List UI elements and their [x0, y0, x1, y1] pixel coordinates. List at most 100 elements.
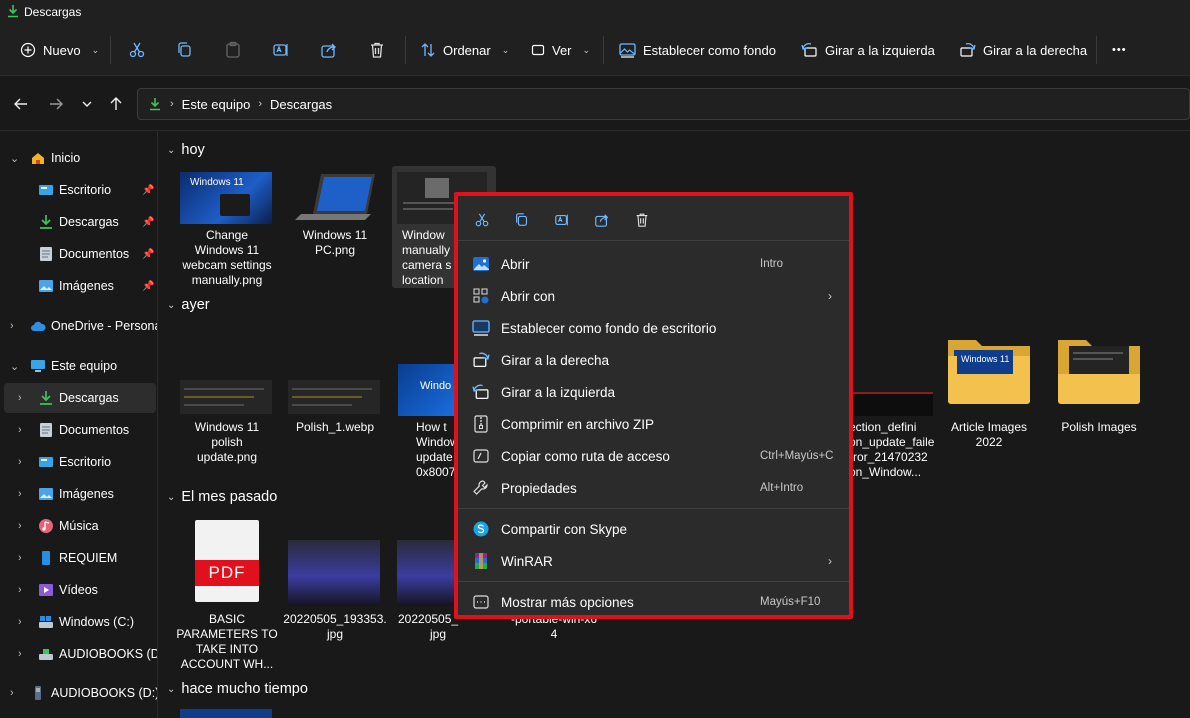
sidebar-item-documentos-2[interactable]: › Documentos: [0, 415, 157, 445]
sidebar-item-documentos[interactable]: Documentos 📌: [0, 239, 157, 269]
sidebar-item-escritorio[interactable]: Escritorio 📌: [0, 175, 157, 205]
file-item[interactable]: 20220505_193353. jpg: [283, 538, 387, 648]
navigation-bar: › Este equipo › Descargas: [0, 77, 1190, 131]
menu-item-copiar-ruta[interactable]: Copiar como ruta de acceso Ctrl+Mayús+C: [462, 440, 845, 472]
rotate-left-button[interactable]: Girar a la izquierda: [801, 24, 935, 76]
file-thumbnail: [851, 392, 933, 416]
menu-item-compartir-skype[interactable]: Compartir con Skype: [462, 513, 845, 545]
file-item[interactable]: ection_defini on_update_faile rror_2147023…: [843, 390, 947, 480]
address-bar[interactable]: › Este equipo › Descargas: [137, 88, 1190, 120]
sidebar-item-este-equipo[interactable]: ⌄ Este equipo: [0, 351, 157, 381]
group-header-el-mes-pasado[interactable]: ⌄ El mes pasado: [167, 489, 277, 505]
breadcrumb-este-equipo[interactable]: Este equipo: [182, 97, 251, 112]
set-background-button[interactable]: Establecer como fondo: [619, 24, 776, 76]
sidebar-item-escritorio-2[interactable]: › Escritorio: [0, 447, 157, 477]
menu-share-button[interactable]: [592, 210, 612, 230]
chevron-right-icon: ›: [18, 552, 22, 564]
chevron-right-icon: ›: [828, 554, 832, 568]
sidebar-item-onedrive[interactable]: › OneDrive - Personal: [0, 311, 157, 341]
group-header-ayer[interactable]: ⌄ ayer: [167, 297, 210, 313]
sidebar-item-inicio[interactable]: ⌄ Inicio: [0, 143, 157, 173]
rotate-right-icon: [473, 352, 490, 367]
folder-item[interactable]: Polish Images: [1047, 332, 1151, 452]
folder-front: [1058, 374, 1140, 404]
paste-icon: [226, 41, 240, 58]
sidebar-item-audiobooks-d-2[interactable]: › AUDIOBOOKS (D:): [0, 678, 157, 708]
sidebar-item-audiobooks-d[interactable]: › AUDIOBOOKS (D:): [0, 639, 157, 669]
desktop-icon: [39, 185, 53, 195]
chevron-down-icon: ⌄: [501, 44, 510, 55]
separator: [603, 36, 604, 64]
view-button[interactable]: Ver ⌄: [531, 24, 590, 76]
menu-item-propiedades[interactable]: Propiedades Alt+Intro: [462, 472, 845, 504]
sidebar-item-musica[interactable]: › Música: [0, 511, 157, 541]
up-button[interactable]: [105, 93, 127, 115]
sidebar-item-descargas[interactable]: Descargas 📌: [0, 207, 157, 237]
back-button[interactable]: [10, 93, 32, 115]
menu-item-girar-izquierda[interactable]: Girar a la izquierda: [462, 376, 845, 408]
menu-item-label: Propiedades: [501, 480, 577, 496]
download-icon: [150, 98, 160, 111]
share-button[interactable]: [320, 24, 338, 76]
rename-button[interactable]: [272, 24, 290, 76]
file-name: 20220505_193353. jpg: [283, 612, 387, 641]
chevron-right-icon: ›: [18, 584, 22, 596]
menu-item-abrir-con[interactable]: Abrir con ›: [462, 280, 845, 312]
sidebar-item-imagenes-2[interactable]: › Imágenes: [0, 479, 157, 509]
music-icon: [39, 519, 53, 533]
file-item[interactable]: Windows 11 Change Windows 11 webcam settin…: [175, 170, 279, 290]
system-drive-icon: [39, 616, 53, 628]
file-item[interactable]: Windows 11 PC.png: [283, 170, 387, 270]
sidebar-item-windows-c[interactable]: › Windows (C:): [0, 607, 157, 637]
menu-copy-button[interactable]: [512, 210, 532, 230]
file-thumbnail: [180, 709, 272, 718]
open-with-icon: [473, 288, 489, 304]
chevron-down-icon: ⌄: [167, 144, 176, 156]
menu-item-abrir[interactable]: Abrir Intro: [462, 248, 845, 280]
sidebar-item-requiem[interactable]: › REQUIEM: [0, 543, 157, 573]
copy-button[interactable]: [176, 24, 194, 76]
sidebar-item-imagenes[interactable]: Imágenes 📌: [0, 271, 157, 301]
folder-front: [948, 374, 1030, 404]
sort-button[interactable]: Ordenar ⌄: [420, 24, 509, 76]
arrow-right-icon: [50, 98, 63, 110]
menu-rename-button[interactable]: [552, 210, 572, 230]
delete-button[interactable]: [368, 24, 386, 76]
trash-icon: [371, 42, 383, 58]
breadcrumb-descargas[interactable]: Descargas: [270, 97, 332, 112]
sidebar-item-descargas-selected[interactable]: › Descargas: [4, 383, 156, 413]
menu-delete-button[interactable]: [632, 210, 652, 230]
recent-locations-button[interactable]: [76, 93, 98, 115]
menu-item-winrar[interactable]: WinRAR ›: [462, 545, 845, 577]
cut-button[interactable]: [128, 24, 146, 76]
thumbnail-line: [403, 208, 453, 210]
group-header-hace-mucho-tiempo[interactable]: ⌄ hace mucho tiempo: [167, 681, 308, 697]
sidebar-item-videos[interactable]: › Vídeos: [0, 575, 157, 605]
copy-icon: [516, 213, 528, 226]
file-item[interactable]: Polish_1.webp: [283, 378, 387, 448]
file-item[interactable]: PDF BASIC PARAMETERS TO TAKE INTO ACCOUNT W…: [175, 518, 279, 671]
paste-button[interactable]: [224, 24, 242, 76]
download-icon: [40, 391, 52, 405]
menu-cut-button[interactable]: [472, 210, 492, 230]
more-options-button[interactable]: •••: [1112, 24, 1127, 76]
home-icon: [32, 153, 44, 164]
forward-button[interactable]: [45, 93, 67, 115]
pdf-icon: PDF: [195, 520, 259, 602]
file-item[interactable]: Windows 11 polish update.png: [175, 378, 279, 468]
drive-icon: [42, 551, 50, 565]
new-button[interactable]: Nuevo ⌄: [20, 24, 99, 76]
menu-item-girar-derecha[interactable]: Girar a la derecha: [462, 344, 845, 376]
sidebar-item-label: Documentos: [59, 247, 130, 261]
rotate-right-button[interactable]: Girar a la derecha: [959, 24, 1087, 76]
file-name: Windows 11 PC.png: [302, 228, 368, 257]
menu-item-establecer-fondo[interactable]: Establecer como fondo de escritorio: [462, 312, 845, 344]
menu-item-mostrar-mas-opciones[interactable]: Mostrar más opciones Mayús+F10: [462, 586, 845, 618]
rotate-left-icon: [472, 384, 489, 399]
folder-item[interactable]: Windows 11 Article Images 2022: [937, 332, 1041, 452]
video-icon: [39, 584, 53, 596]
menu-item-comprimir-zip[interactable]: Comprimir en archivo ZIP: [462, 408, 845, 440]
chevron-down-icon: ⌄: [167, 299, 176, 311]
file-thumbnail: Windo: [398, 364, 458, 416]
group-header-hoy[interactable]: ⌄ hoy: [167, 142, 205, 158]
